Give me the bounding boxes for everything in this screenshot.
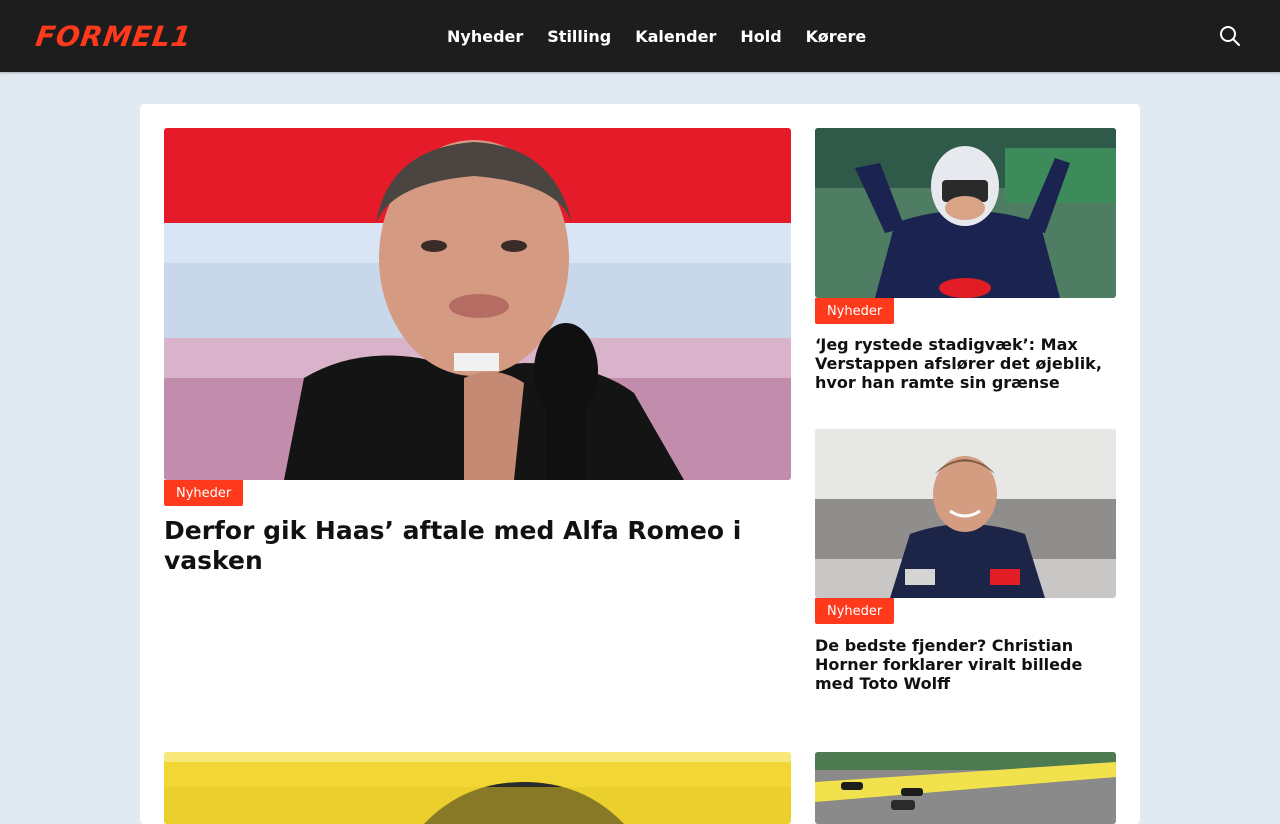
side-article-card[interactable]: Nyheder ‘Jeg rystede stadigvæk’: Max Ver… [815,128,1116,408]
race-track-photo [815,752,1116,824]
side-article-title[interactable]: ‘Jeg rystede stadigvæk’: Max Verstappen … [815,335,1116,392]
top-navigation-bar: FORMEL1 Nyheder Stilling Kalender Hold K… [0,0,1280,72]
article-image-partial[interactable] [815,752,1116,824]
site-logo-text: FORMEL1 [33,19,195,53]
side-article-image[interactable] [815,128,1116,298]
search-icon [1220,26,1240,46]
horner-paddock-photo [815,429,1116,598]
nav-item-nyheder[interactable]: Nyheder [447,27,523,46]
side-article-title[interactable]: De bedste fjender? Christian Horner fork… [815,636,1116,693]
press-background-photo [164,752,791,824]
featured-article-title[interactable]: Derfor gik Haas’ aftale med Alfa Romeo i… [164,516,791,576]
article-grid: Nyheder Derfor gik Haas’ aftale med Alfa… [140,104,1140,824]
category-badge[interactable]: Nyheder [164,480,244,506]
main-nav: Nyheder Stilling Kalender Hold Kørere [447,0,866,72]
verstappen-celebration-photo [815,128,1116,298]
site-logo[interactable]: FORMEL1 [33,18,194,54]
side-article-card[interactable]: Nyheder De bedste fjender? Christian Hor… [815,429,1116,709]
article-image-partial[interactable] [164,752,791,824]
nav-item-korere[interactable]: Kørere [806,27,867,46]
nav-item-kalender[interactable]: Kalender [635,27,716,46]
category-badge[interactable]: Nyheder [815,298,895,324]
category-badge[interactable]: Nyheder [815,598,895,624]
featured-article-card[interactable]: Nyheder Derfor gik Haas’ aftale med Alfa… [164,128,791,575]
nav-item-stilling[interactable]: Stilling [547,27,611,46]
featured-article-image[interactable] [164,128,791,480]
search-button[interactable] [1216,22,1244,50]
press-conference-photo [164,128,791,480]
side-article-image[interactable] [815,429,1116,598]
nav-item-hold[interactable]: Hold [740,27,781,46]
